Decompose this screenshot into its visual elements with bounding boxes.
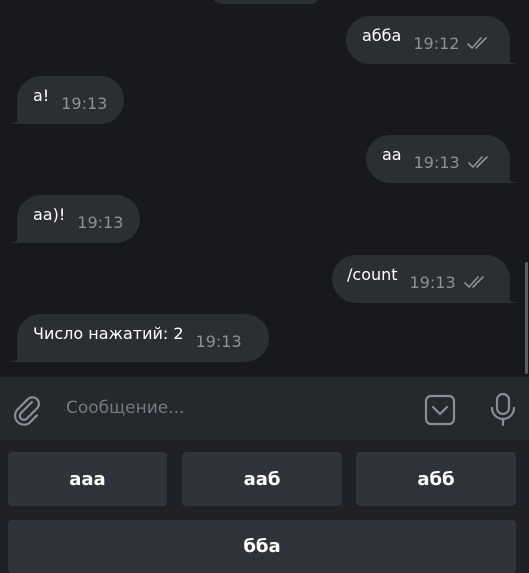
paperclip-icon[interactable] (11, 394, 43, 426)
double-check-icon (467, 156, 488, 168)
message-composer: Сообщение... (0, 376, 529, 440)
previous-message-bubble (212, 0, 320, 4)
reply-button-abb[interactable]: абб (356, 452, 516, 506)
reply-button-bba[interactable]: бба (8, 520, 516, 573)
reply-button-aab[interactable]: ааб (182, 452, 342, 506)
reply-button-aaa[interactable]: ааа (8, 452, 167, 506)
message-text: аа (382, 144, 402, 164)
double-check-icon (467, 37, 488, 49)
scrollbar-thumb[interactable] (525, 262, 528, 374)
chat-scrollbar[interactable] (523, 0, 529, 376)
microphone-icon[interactable] (488, 392, 518, 428)
message-time: 19:13 (61, 93, 108, 113)
incoming-message[interactable]: Число нажатий: 2 19:13 (10, 314, 269, 362)
reply-button-label: абб (417, 468, 455, 490)
message-text: /count (347, 264, 398, 284)
message-text: Число нажатий: 2 (33, 323, 184, 343)
message-input[interactable]: Сообщение... (66, 398, 184, 418)
incoming-message[interactable]: а! 19:13 (10, 76, 124, 124)
reply-button-label: ааб (243, 468, 281, 490)
outgoing-message[interactable]: /count 19:13 (332, 255, 517, 303)
message-time: 19:12 (413, 33, 460, 53)
message-text: аа)! (33, 204, 66, 224)
outgoing-message[interactable]: аа 19:13 (366, 135, 517, 183)
incoming-message[interactable]: аа)! 19:13 (10, 195, 140, 243)
reply-button-label: ааа (69, 468, 106, 490)
message-text: а! (33, 85, 50, 105)
chat-history[interactable]: абба 19:12 а! 19:13 аа 19:13 аа)! 19:13 … (0, 0, 529, 376)
message-text: абба (362, 25, 402, 45)
message-time: 19:13 (409, 272, 456, 292)
keyboard-toggle-icon[interactable] (424, 394, 456, 426)
message-time: 19:13 (77, 212, 124, 232)
outgoing-message[interactable]: абба 19:12 (346, 16, 517, 64)
double-check-icon (463, 276, 484, 288)
message-time: 19:13 (413, 152, 460, 172)
message-time: 19:13 (195, 331, 242, 351)
bot-reply-keyboard: ааа ааб абб бба (0, 440, 529, 573)
reply-button-label: бба (243, 536, 281, 557)
